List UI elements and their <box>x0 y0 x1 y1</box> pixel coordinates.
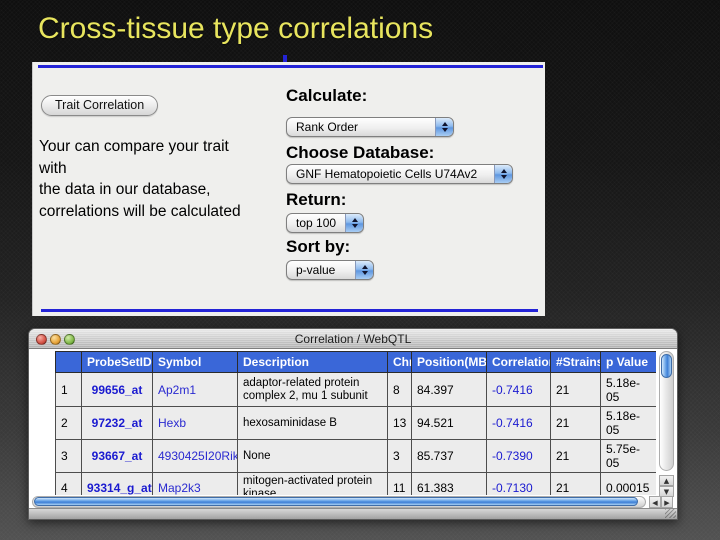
symbol-link[interactable]: Map2k3 <box>153 473 238 496</box>
return-select-value: top 100 <box>296 216 336 230</box>
choose-database-label: Choose Database: <box>286 143 434 163</box>
return-label: Return: <box>286 190 346 210</box>
description-cell: adaptor-related protein complex 2, mu 1 … <box>238 373 388 407</box>
table-container: ProbeSetID Symbol Description Chr Positi… <box>55 351 656 495</box>
header-correlation: Correlation <box>487 352 551 373</box>
header-position: Position(MB) <box>412 352 487 373</box>
probeset-link[interactable]: 97232_at <box>82 407 153 440</box>
symbol-link[interactable]: 4930425I20Rik <box>153 440 238 473</box>
correlation-form-panel: Trait Correlation Your can compare your … <box>32 62 545 316</box>
correlation-link[interactable]: -0.7416 <box>487 373 551 407</box>
chr-cell: 13 <box>388 407 412 440</box>
symbol-link[interactable]: Hexb <box>153 407 238 440</box>
correlation-link[interactable]: -0.7130 <box>487 473 551 496</box>
horizontal-scrollbar[interactable] <box>32 496 646 508</box>
sort-by-select-value: p-value <box>296 263 335 277</box>
correlation-window: Correlation / WebQTL ProbeSetID Symbol <box>28 328 678 520</box>
slide-title: Cross-tissue type correlations <box>38 12 433 46</box>
probeset-link[interactable]: 99656_at <box>82 373 153 407</box>
description-line: the data in our database, <box>39 179 289 201</box>
description-line: correlations will be calculated <box>39 201 289 223</box>
stepper-icon <box>355 261 373 279</box>
chr-cell: 3 <box>388 440 412 473</box>
stepper-icon <box>494 165 512 183</box>
pvalue-cell: 5.75e-05 <box>601 440 657 473</box>
table-row: 1 99656_at Ap2m1 adaptor-related protein… <box>56 373 657 407</box>
row-index: 4 <box>56 473 82 496</box>
position-cell: 94.521 <box>412 407 487 440</box>
calculate-select[interactable]: Rank Order <box>286 117 454 137</box>
symbol-link[interactable]: Ap2m1 <box>153 373 238 407</box>
calculate-select-value: Rank Order <box>296 120 358 134</box>
description-cell: None <box>238 440 388 473</box>
vertical-scroll-arrows: ▲ ▼ <box>659 475 674 497</box>
form-fields: Calculate: Rank Order Choose Database: G… <box>286 62 541 316</box>
window-bottom-edge <box>29 508 677 519</box>
horizontal-scroll-arrows: ◀ ▶ <box>649 496 673 508</box>
row-index: 2 <box>56 407 82 440</box>
position-cell: 85.737 <box>412 440 487 473</box>
form-description: Your can compare your trait with the dat… <box>39 136 289 222</box>
pvalue-cell: 5.18e-05 <box>601 407 657 440</box>
resize-grip[interactable] <box>665 509 676 518</box>
return-select[interactable]: top 100 <box>286 213 364 233</box>
probeset-link[interactable]: 93314_g_at <box>82 473 153 496</box>
horizontal-scrollbar-thumb[interactable] <box>34 497 638 506</box>
scroll-up-icon[interactable]: ▲ <box>659 475 674 486</box>
slide-background: Cross-tissue type correlations Trait Cor… <box>0 0 720 540</box>
scroll-left-icon[interactable]: ◀ <box>649 496 661 508</box>
table-header-row: ProbeSetID Symbol Description Chr Positi… <box>56 352 657 373</box>
vertical-scrollbar[interactable] <box>659 351 674 471</box>
stepper-icon <box>435 118 453 136</box>
window-content: ProbeSetID Symbol Description Chr Positi… <box>29 349 677 519</box>
sort-by-label: Sort by: <box>286 237 350 257</box>
calculate-label: Calculate: <box>286 86 367 106</box>
window-titlebar[interactable]: Correlation / WebQTL <box>29 329 677 349</box>
header-symbol: Symbol <box>153 352 238 373</box>
header-probesetid: ProbeSetID <box>82 352 153 373</box>
position-cell: 61.383 <box>412 473 487 496</box>
header-pvalue: p Value <box>601 352 657 373</box>
strains-cell: 21 <box>551 373 601 407</box>
strains-cell: 21 <box>551 440 601 473</box>
table-row: 4 93314_g_at Map2k3 mitogen-activated pr… <box>56 473 657 496</box>
row-index: 3 <box>56 440 82 473</box>
correlation-link[interactable]: -0.7416 <box>487 407 551 440</box>
vertical-scrollbar-thumb[interactable] <box>661 354 672 378</box>
description-line: Your can compare your trait <box>39 136 289 158</box>
correlation-results-table: ProbeSetID Symbol Description Chr Positi… <box>55 351 656 495</box>
description-cell: mitogen-activated protein kinase <box>238 473 388 496</box>
scroll-right-icon[interactable]: ▶ <box>661 496 673 508</box>
probeset-link[interactable]: 93667_at <box>82 440 153 473</box>
header-index <box>56 352 82 373</box>
sort-by-select[interactable]: p-value <box>286 260 374 280</box>
trait-correlation-button[interactable]: Trait Correlation <box>41 95 158 116</box>
header-description: Description <box>238 352 388 373</box>
pvalue-cell: 5.18e-05 <box>601 373 657 407</box>
chr-cell: 8 <box>388 373 412 407</box>
pvalue-cell: 0.00015 <box>601 473 657 496</box>
database-select[interactable]: GNF Hematopoietic Cells U74Av2 <box>286 164 513 184</box>
header-strains: #Strains <box>551 352 601 373</box>
header-chr: Chr <box>388 352 412 373</box>
description-line: with <box>39 158 289 180</box>
correlation-link[interactable]: -0.7390 <box>487 440 551 473</box>
table-row: 2 97232_at Hexb hexosaminidase B 13 94.5… <box>56 407 657 440</box>
row-index: 1 <box>56 373 82 407</box>
window-title: Correlation / WebQTL <box>29 332 677 346</box>
database-select-value: GNF Hematopoietic Cells U74Av2 <box>296 167 477 181</box>
table-row: 3 93667_at 4930425I20Rik None 3 85.737 -… <box>56 440 657 473</box>
strains-cell: 21 <box>551 473 601 496</box>
strains-cell: 21 <box>551 407 601 440</box>
chr-cell: 11 <box>388 473 412 496</box>
stepper-icon <box>345 214 363 232</box>
description-cell: hexosaminidase B <box>238 407 388 440</box>
position-cell: 84.397 <box>412 373 487 407</box>
